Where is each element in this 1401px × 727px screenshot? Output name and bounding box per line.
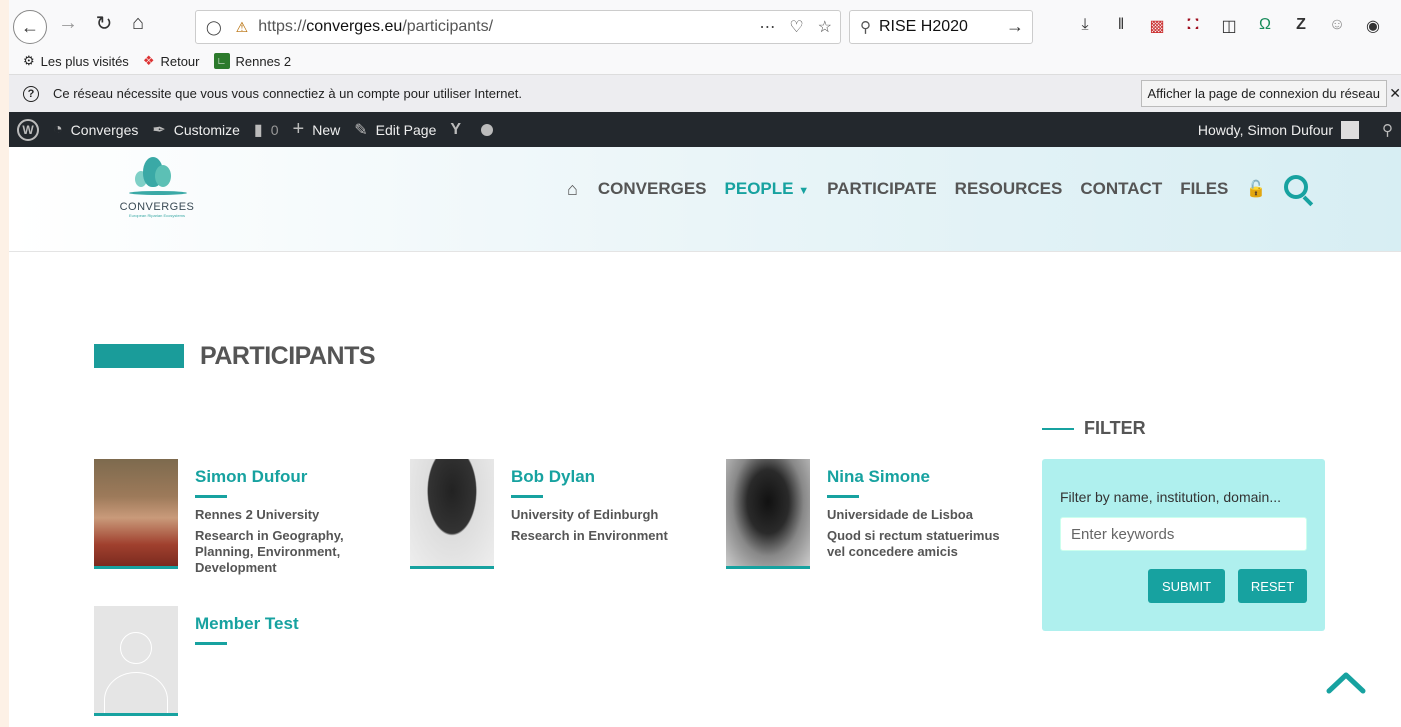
ublock-icon[interactable]: ⛚ (1183, 16, 1203, 36)
page-title: PARTICIPANTS (200, 342, 376, 370)
site-logo[interactable]: CONVERGES European Riparian Ecosystems (117, 157, 197, 218)
member-name-link[interactable]: Member Test (195, 614, 299, 634)
gear-icon: ⚙ (23, 53, 35, 68)
close-icon[interactable]: ✕ (1389, 85, 1401, 102)
member-photo[interactable] (726, 459, 810, 569)
comment-icon: ▮ (253, 121, 263, 139)
filter-panel: Filter by name, institution, domain... S… (1042, 459, 1325, 631)
member-description: Research in Geography, Planning, Environ… (195, 528, 344, 575)
member-name-link[interactable]: Bob Dylan (511, 467, 595, 487)
member-name-link[interactable]: Simon Dufour (195, 467, 307, 487)
url-text: https://converges.eu/participants/ (258, 18, 494, 35)
url-bar[interactable]: ◯ ⚠ https://converges.eu/participants/ ⋯… (195, 10, 841, 44)
network-notice: ? Ce réseau nécessite que vous vous conn… (9, 74, 1401, 112)
nav-people[interactable]: PEOPLE ▼ (725, 179, 810, 199)
admin-yoast-link[interactable]: Y (450, 121, 469, 139)
home-button[interactable]: ⌂ (123, 8, 153, 38)
admin-account-link[interactable]: Howdy, Simon Dufour (1198, 120, 1359, 139)
admin-search-icon[interactable]: ⚲ (1382, 121, 1393, 139)
sidebar-icon[interactable]: ◫ (1219, 16, 1239, 36)
avatar (1341, 120, 1359, 139)
nav-resources[interactable]: RESOURCES (955, 179, 1063, 199)
title-accent-bar (94, 344, 184, 368)
member-name-link[interactable]: Nina Simone (827, 467, 930, 487)
forward-button[interactable]: → (53, 8, 83, 38)
name-underline (827, 495, 859, 498)
bookmark-star-icon[interactable]: ☆ (818, 17, 832, 37)
admin-comments-link[interactable]: ▮ 0 (254, 120, 279, 140)
search-icon: ⚲ (860, 19, 871, 36)
member-institution: University of Edinburgh (511, 507, 659, 522)
question-icon: ? (23, 85, 39, 102)
warning-lock-icon[interactable]: ⚠ (236, 19, 249, 36)
headphones-icon[interactable]: Ω (1255, 16, 1275, 36)
member-institution: Universidade de Lisboa (827, 507, 973, 522)
browser-search-bar[interactable]: ⚲ RISE H2020 → (849, 10, 1033, 44)
wordpress-icon[interactable]: W (17, 118, 39, 141)
running-figure-icon: ❖ (142, 53, 155, 68)
bookmark-most-visited[interactable]: ⚙ Les plus visités (23, 53, 129, 69)
wp-admin-bar: W ◔ Converges ✒ Customize ▮ 0 + New ✎ Ed… (9, 112, 1401, 147)
nav-converges[interactable]: CONVERGES (598, 179, 707, 199)
dashboard-icon: ◔ (53, 120, 63, 138)
download-icon[interactable]: ⤓ (1075, 16, 1095, 36)
admin-new-link[interactable]: + New (293, 118, 341, 141)
name-underline (511, 495, 543, 498)
status-dot-icon[interactable] (481, 123, 494, 136)
pocket-icon[interactable]: ♡ (789, 17, 803, 37)
caret-down-icon: ▼ (798, 185, 810, 197)
notice-text: Ce réseau nécessite que vous vous connec… (53, 86, 522, 101)
pencil-icon: ✎ (354, 121, 368, 139)
member-description: Research in Environment (511, 528, 668, 543)
main-nav: ⌂ CONVERGES PEOPLE ▼ PARTICIPATE RESOURC… (567, 175, 1314, 207)
shield-icon[interactable]: ◯ (206, 19, 222, 36)
bookmarks-bar: ⚙ Les plus visités ❖ Retour ∟ Rennes 2 (9, 48, 1401, 74)
bookmark-retour[interactable]: ❖ Retour (143, 53, 200, 69)
member-photo[interactable] (410, 459, 494, 569)
search-go-icon[interactable]: → (1006, 16, 1024, 37)
admin-site-link[interactable]: ◔ Converges (53, 121, 138, 139)
member-description: Quod si rectum statuerimus vel concedere… (827, 528, 1000, 559)
nav-participate[interactable]: PARTICIPATE (827, 179, 937, 199)
filter-label: Filter by name, institution, domain... (1060, 489, 1281, 505)
back-button[interactable]: ← (13, 10, 47, 44)
name-underline (195, 495, 227, 498)
back-to-top-icon[interactable] (1326, 670, 1366, 694)
reset-button[interactable]: RESET (1238, 569, 1307, 603)
admin-edit-page-link[interactable]: ✎ Edit Page (354, 120, 436, 140)
brush-icon: ✒ (152, 121, 166, 139)
more-actions-icon[interactable]: ⋯ (759, 17, 775, 37)
user-silhouette-icon (120, 632, 152, 664)
library-icon[interactable]: ‖ (1111, 16, 1131, 36)
yoast-icon: Y (450, 120, 462, 138)
site-search-icon[interactable] (1284, 175, 1314, 207)
filter-heading: FILTER (1042, 418, 1146, 439)
account-icon[interactable]: ◉ (1363, 16, 1383, 36)
submit-button[interactable]: SUBMIT (1148, 569, 1225, 603)
member-photo[interactable] (94, 459, 178, 569)
member-institution: Rennes 2 University (195, 507, 320, 522)
member-photo-placeholder[interactable] (94, 606, 178, 716)
nav-contact[interactable]: CONTACT (1080, 179, 1162, 199)
unlock-icon[interactable]: 🔓 (1246, 179, 1266, 199)
left-edge (0, 0, 9, 727)
keywords-input[interactable] (1060, 517, 1307, 551)
site-header: CONVERGES European Riparian Ecosystems ⌂… (9, 147, 1401, 252)
zotero-icon[interactable]: Z (1291, 16, 1311, 36)
browser-toolbar: ← → ↻ ⌂ ◯ ⚠ https://converges.eu/partici… (9, 0, 1401, 48)
smiley-icon[interactable]: ☺ (1327, 16, 1347, 36)
clipboard-icon[interactable]: ▩ (1147, 16, 1167, 36)
nav-files[interactable]: FILES (1180, 179, 1228, 199)
name-underline (195, 642, 227, 645)
open-login-page-button[interactable]: Afficher la page de connexion du réseau (1140, 80, 1387, 107)
admin-customize-link[interactable]: ✒ Customize (152, 120, 240, 140)
bookmark-rennes2[interactable]: ∟ Rennes 2 (213, 53, 291, 69)
home-icon[interactable]: ⌂ (567, 179, 578, 200)
rennes2-icon: ∟ (213, 53, 230, 69)
search-value: RISE H2020 (879, 18, 968, 35)
reload-button[interactable]: ↻ (89, 8, 119, 38)
trees-logo-icon (117, 157, 197, 199)
plus-icon: + (292, 118, 305, 140)
